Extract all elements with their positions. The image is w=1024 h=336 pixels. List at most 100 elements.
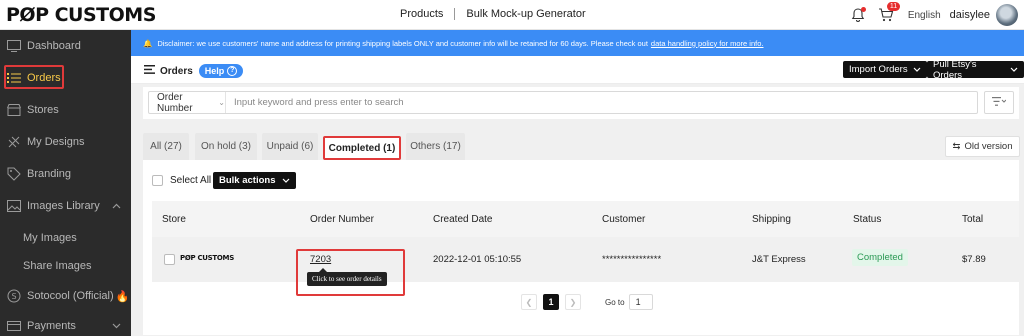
data-policy-link[interactable]: data handling policy for more info. — [651, 39, 764, 48]
app-logo[interactable]: PØP CUSTOMS — [6, 4, 156, 26]
switch-icon: ⇆ — [952, 141, 961, 152]
chevron-down-icon — [112, 320, 121, 332]
order-total: $7.89 — [962, 254, 986, 265]
tab-completed[interactable]: Completed (1) — [323, 136, 401, 160]
pagination: ❮ 1 ❯ Go to 1 — [521, 294, 653, 310]
select-all-control[interactable]: Select All — [152, 175, 211, 186]
nav-bulk-mockup[interactable]: Bulk Mock-up Generator — [466, 8, 585, 20]
chevron-down-icon — [1010, 64, 1018, 75]
order-highlight-box — [296, 249, 405, 296]
sidebar-item-label: Sotocool (Official) — [27, 290, 114, 302]
prev-page-button[interactable]: ❮ — [521, 294, 537, 310]
store-icon — [6, 102, 22, 118]
cart-count-badge: 11 — [886, 2, 901, 11]
search-input[interactable] — [226, 92, 966, 113]
sidebar-item-payments[interactable]: Payments — [0, 310, 131, 336]
search-field-select[interactable]: Order Number ⌄ — [149, 91, 226, 114]
old-version-button[interactable]: ⇆ Old version — [945, 136, 1020, 157]
top-nav: Products Bulk Mock-up Generator — [400, 8, 586, 20]
notification-bell-icon[interactable] — [850, 7, 866, 23]
goto-page-input[interactable]: 1 — [628, 294, 653, 310]
menu-lines-icon — [144, 65, 155, 77]
status-badge: Completed — [852, 249, 908, 266]
table-header: Store Order Number Created Date Customer… — [152, 201, 1019, 237]
bulk-actions-label: Bulk actions — [219, 175, 276, 186]
nav-divider — [454, 8, 456, 20]
filter-sort-button[interactable] — [984, 91, 1014, 114]
select-all-label: Select All — [170, 175, 212, 186]
chevron-down-icon: ⌄ — [218, 98, 225, 107]
column-header-order-number: Order Number — [310, 214, 374, 225]
next-page-button[interactable]: ❯ — [565, 294, 581, 310]
chevron-up-icon — [112, 200, 121, 212]
import-orders-label: Import Orders — [849, 64, 908, 75]
column-header-customer: Customer — [602, 214, 646, 225]
search-card: Order Number ⌄ — [143, 87, 1019, 119]
sidebar-item-label: Share Images — [23, 260, 92, 272]
sidebar-item-label: Branding — [27, 168, 72, 180]
sidebar: Dashboard Orders Stores My Designs Brand… — [0, 30, 131, 336]
bell-icon: 🔔 — [143, 38, 153, 48]
column-header-created-date: Created Date — [433, 214, 493, 225]
orders-header: Orders Help ? Import Orders Pull Etsy's … — [131, 56, 1024, 84]
user-area: 11 English daisylee — [850, 2, 1018, 27]
created-date: 2022-12-01 05:10:55 — [433, 254, 522, 265]
cart-icon[interactable]: 11 — [878, 2, 901, 23]
tab-others[interactable]: Others (17) — [406, 133, 465, 160]
svg-text:S: S — [11, 292, 16, 301]
sidebar-item-label: Stores — [27, 104, 59, 116]
old-version-label: Old version — [964, 141, 1013, 152]
store-logo: PØP CUSTOMS — [180, 254, 234, 262]
search-field-label: Order Number — [157, 91, 193, 114]
question-icon: ? — [227, 66, 238, 76]
tag-icon — [6, 166, 22, 182]
row-checkbox[interactable] — [164, 254, 175, 265]
help-button[interactable]: Help ? — [198, 64, 244, 78]
nav-products[interactable]: Products — [400, 8, 443, 20]
sidebar-item-dashboard[interactable]: Dashboard — [0, 30, 131, 62]
column-header-shipping: Shipping — [752, 214, 791, 225]
page-title: Orders — [160, 65, 193, 77]
avatar[interactable] — [996, 4, 1018, 26]
column-header-store: Store — [162, 214, 186, 225]
top-header: PØP CUSTOMS Products Bulk Mock-up Genera… — [0, 0, 1024, 30]
tab-all[interactable]: All (27) — [143, 133, 189, 160]
sidebar-item-label: My Designs — [27, 136, 85, 148]
shipping-carrier: J&T Express — [752, 254, 806, 265]
pull-etsy-orders-label: Pull Etsy's Orders — [933, 58, 977, 81]
sidebar-item-sotocool[interactable]: S Sotocool (Official) 🔥 — [0, 280, 131, 312]
page-title-group: Orders Help ? — [144, 64, 244, 78]
fire-icon: 🔥 — [115, 290, 130, 303]
page-1-button[interactable]: 1 — [543, 294, 559, 310]
table-row[interactable]: PØP CUSTOMS 7203 2022-12-01 05:10:55 ***… — [152, 237, 1019, 282]
sidebar-item-images-library[interactable]: Images Library — [0, 190, 131, 222]
sidebar-item-stores[interactable]: Stores — [0, 94, 131, 126]
sidebar-item-branding[interactable]: Branding — [0, 158, 131, 190]
filter-icon — [992, 96, 1007, 109]
help-label: Help — [204, 66, 225, 76]
tab-unpaid[interactable]: Unpaid (6) — [262, 133, 318, 160]
sidebar-item-label: Dashboard — [27, 40, 81, 52]
bulk-actions-button[interactable]: Bulk actions — [213, 172, 296, 189]
orders-highlight-box — [4, 65, 64, 89]
dashboard-icon — [6, 38, 22, 54]
import-orders-button[interactable]: Import Orders — [843, 61, 927, 78]
payment-icon — [6, 318, 22, 334]
disclaimer-banner: 🔔 Disclaimer: we use customers' name and… — [131, 30, 1024, 56]
banner-text: Disclaimer: we use customers' name and a… — [157, 38, 648, 48]
username[interactable]: daisylee — [950, 9, 990, 21]
sidebar-item-label: Payments — [27, 320, 76, 332]
tab-on-hold[interactable]: On hold (3) — [195, 133, 257, 160]
image-icon — [6, 198, 22, 214]
sidebar-item-share-images[interactable]: Share Images — [0, 250, 131, 282]
language-selector[interactable]: English — [908, 10, 941, 21]
chevron-down-icon — [913, 64, 921, 75]
pull-etsy-orders-button[interactable]: Pull Etsy's Orders — [927, 58, 1024, 81]
design-icon — [6, 134, 22, 150]
notification-dot — [860, 7, 866, 12]
customer-masked: **************** — [602, 254, 662, 265]
chevron-down-icon — [282, 175, 290, 186]
select-all-checkbox[interactable] — [152, 175, 163, 186]
coin-icon: S — [6, 288, 22, 304]
sidebar-item-my-designs[interactable]: My Designs — [0, 126, 131, 158]
